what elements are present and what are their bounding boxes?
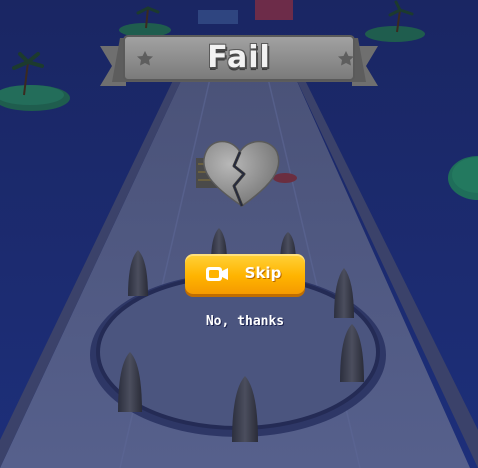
- no-thanks-button[interactable]: No, thanks: [190, 314, 300, 329]
- result-title: Fail: [207, 40, 271, 75]
- red-debris: [273, 173, 297, 183]
- skip-label: Skip: [244, 264, 282, 282]
- skip-button[interactable]: Skip: [185, 254, 305, 294]
- video-ad-icon: [206, 267, 228, 281]
